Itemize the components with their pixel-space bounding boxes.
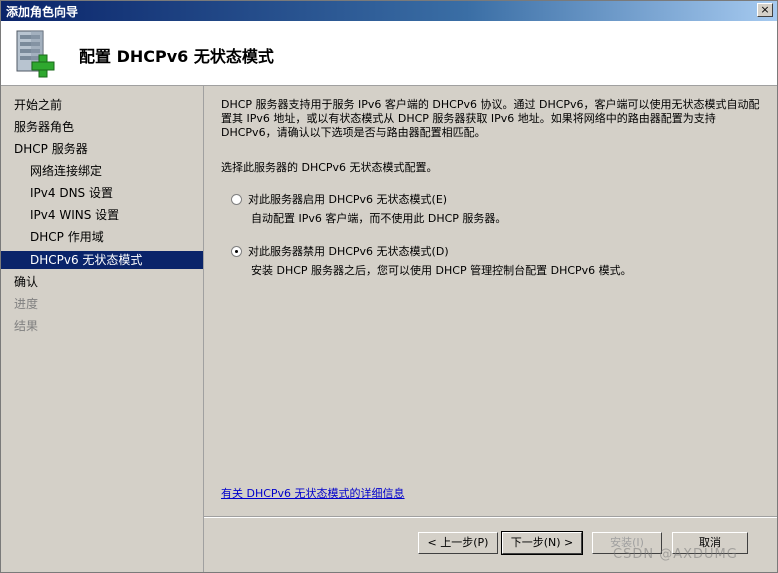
- disable-stateless-radio[interactable]: [231, 246, 242, 257]
- step-dhcp-scopes[interactable]: DHCP 作用域: [1, 228, 203, 246]
- wizard-header: 配置 DHCPv6 无状态模式: [1, 21, 777, 86]
- disable-stateless-option[interactable]: 对此服务器禁用 DHCPv6 无状态模式(D): [231, 243, 449, 259]
- enable-stateless-option[interactable]: 对此服务器启用 DHCPv6 无状态模式(E): [231, 191, 447, 207]
- step-ipv4-dns[interactable]: IPv4 DNS 设置: [1, 184, 203, 202]
- close-button[interactable]: ×: [757, 3, 773, 17]
- enable-stateless-desc: 自动配置 IPv6 客户端，而不使用此 DHCP 服务器。: [251, 212, 507, 225]
- window-title: 添加角色向导: [6, 5, 79, 19]
- disable-stateless-label[interactable]: 对此服务器禁用 DHCPv6 无状态模式(D): [248, 245, 449, 258]
- enable-stateless-label[interactable]: 对此服务器启用 DHCPv6 无状态模式(E): [248, 193, 447, 206]
- step-server-roles[interactable]: 服务器角色: [1, 118, 203, 136]
- disable-stateless-desc: 安装 DHCP 服务器之后，您可以使用 DHCP 管理控制台配置 DHCPv6 …: [251, 264, 632, 277]
- add-roles-wizard-window: 添加角色向导 × 配置 DHCPv6 无状态模式 开始之前 服务器角色 DHCP…: [0, 0, 778, 573]
- server-add-icon: [16, 30, 55, 78]
- step-progress: 进度: [14, 297, 39, 311]
- description-text: DHCP 服务器支持用于服务 IPv6 客户端的 DHCPv6 协议。通过 DH…: [221, 98, 760, 139]
- page-title: 配置 DHCPv6 无状态模式: [79, 47, 274, 66]
- title-bar[interactable]: 添加角色向导 ×: [1, 1, 777, 21]
- step-network-binding[interactable]: 网络连接绑定: [1, 162, 203, 180]
- step-dhcp-server[interactable]: DHCP 服务器: [1, 140, 203, 158]
- step-results: 结果: [14, 319, 39, 333]
- enable-stateless-radio[interactable]: [231, 194, 242, 205]
- step-before-you-begin[interactable]: 开始之前: [1, 96, 203, 114]
- more-info-link[interactable]: 有关 DHCPv6 无状态模式的详细信息: [221, 485, 405, 501]
- wizard-steps-sidebar: 开始之前 服务器角色 DHCP 服务器 网络连接绑定 IPv4 DNS 设置 I…: [1, 86, 204, 572]
- watermark: CSDN @AXDUMG: [613, 547, 738, 562]
- next-button[interactable]: 下一步(N) >: [501, 531, 583, 555]
- button-divider: [204, 516, 777, 518]
- selection-prompt: 选择此服务器的 DHCPv6 无状态模式配置。: [221, 161, 438, 174]
- step-dhcpv6-stateless[interactable]: DHCPv6 无状态模式: [1, 251, 203, 269]
- back-button[interactable]: < 上一步(P): [418, 532, 498, 554]
- step-ipv4-wins[interactable]: IPv4 WINS 设置: [1, 206, 203, 224]
- step-confirmation[interactable]: 确认: [1, 273, 203, 291]
- wizard-content: DHCP 服务器支持用于服务 IPv6 客户端的 DHCPv6 协议。通过 DH…: [204, 86, 777, 516]
